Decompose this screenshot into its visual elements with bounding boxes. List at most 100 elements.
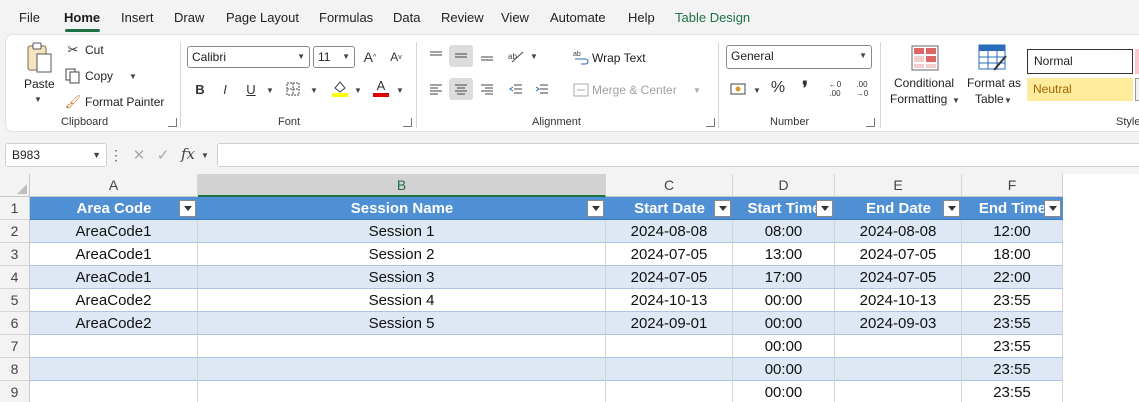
- cell-style-normal[interactable]: Normal: [1027, 49, 1133, 74]
- table-cell[interactable]: AreaCode1: [30, 243, 198, 266]
- cut-icon[interactable]: ✂: [64, 41, 82, 59]
- align-top-icon[interactable]: [427, 47, 445, 65]
- table-cell[interactable]: Session 2: [198, 243, 606, 266]
- cancel-entry-icon[interactable]: ✕: [130, 146, 148, 164]
- tab-review[interactable]: Review: [441, 10, 484, 25]
- merge-center-icon[interactable]: [572, 81, 590, 99]
- row-header[interactable]: 4: [0, 266, 30, 289]
- table-cell[interactable]: 23:55: [962, 381, 1063, 402]
- conditional-formatting-chevron-icon[interactable]: ▼: [952, 96, 960, 105]
- row-header[interactable]: 5: [0, 289, 30, 312]
- underline-icon[interactable]: U: [242, 80, 260, 98]
- table-cell[interactable]: [30, 358, 198, 381]
- filter-dropdown-icon[interactable]: [587, 200, 604, 217]
- formula-input[interactable]: [217, 143, 1139, 167]
- format-as-table-icon[interactable]: [978, 43, 1008, 73]
- column-header-c[interactable]: C: [606, 174, 733, 197]
- table-cell[interactable]: [198, 335, 606, 358]
- table-cell[interactable]: AreaCode1: [30, 266, 198, 289]
- bold-icon[interactable]: B: [191, 80, 209, 98]
- table-cell[interactable]: [606, 335, 733, 358]
- tab-view[interactable]: View: [501, 10, 529, 25]
- tab-formulas[interactable]: Formulas: [319, 10, 373, 25]
- orientation-icon[interactable]: ab: [507, 47, 525, 65]
- table-cell[interactable]: 2024-07-05: [835, 243, 962, 266]
- table-cell[interactable]: 00:00: [733, 335, 835, 358]
- tab-draw[interactable]: Draw: [174, 10, 204, 25]
- increase-font-icon[interactable]: A ^: [361, 48, 379, 66]
- paste-chevron-icon[interactable]: ▼: [34, 95, 42, 104]
- copy-chevron-icon[interactable]: ▼: [129, 72, 137, 81]
- confirm-entry-icon[interactable]: ✓: [154, 146, 172, 164]
- tab-page-layout[interactable]: Page Layout: [226, 10, 299, 25]
- table-cell[interactable]: 00:00: [733, 358, 835, 381]
- table-cell[interactable]: 22:00: [962, 266, 1063, 289]
- merge-center-button[interactable]: Merge & Center: [592, 83, 677, 97]
- table-cell[interactable]: 00:00: [733, 289, 835, 312]
- decrease-font-icon[interactable]: Av: [387, 48, 405, 66]
- wrap-text-icon[interactable]: ab: [572, 48, 590, 66]
- tab-insert[interactable]: Insert: [121, 10, 154, 25]
- format-painter-button[interactable]: Format Painter: [85, 95, 164, 109]
- accounting-format-icon[interactable]: [729, 80, 749, 98]
- alignment-launcher-icon[interactable]: [706, 118, 715, 127]
- format-painter-icon[interactable]: 🖌: [64, 93, 82, 111]
- table-cell[interactable]: 2024-07-05: [606, 266, 733, 289]
- clipboard-launcher-icon[interactable]: [168, 118, 177, 127]
- format-as-table-chevron-icon[interactable]: ▼: [1004, 96, 1012, 105]
- font-color-chevron-icon[interactable]: ▼: [396, 86, 404, 95]
- table-cell[interactable]: Session 4: [198, 289, 606, 312]
- table-cell[interactable]: 23:55: [962, 289, 1063, 312]
- filter-dropdown-icon[interactable]: [943, 200, 960, 217]
- table-cell[interactable]: [30, 335, 198, 358]
- table-cell[interactable]: AreaCode2: [30, 312, 198, 335]
- table-cell[interactable]: 2024-10-13: [606, 289, 733, 312]
- table-cell[interactable]: [606, 381, 733, 402]
- copy-icon[interactable]: [64, 67, 82, 85]
- cell-style-calculation-partial[interactable]: [1135, 78, 1139, 101]
- table-cell[interactable]: 17:00: [733, 266, 835, 289]
- cell-style-neutral[interactable]: Neutral: [1027, 78, 1133, 101]
- wrap-text-button[interactable]: Wrap Text: [592, 51, 646, 65]
- table-cell[interactable]: [198, 381, 606, 402]
- paste-button-label[interactable]: Paste: [24, 77, 55, 91]
- fill-color-chevron-icon[interactable]: ▼: [354, 86, 362, 95]
- font-color-icon[interactable]: A: [371, 77, 391, 99]
- insert-function-chevron-icon[interactable]: ▼: [201, 151, 209, 160]
- column-header-e[interactable]: E: [835, 174, 962, 197]
- format-as-table-label-1[interactable]: Format as: [967, 76, 1021, 90]
- insert-function-icon[interactable]: fx: [178, 145, 198, 163]
- table-cell[interactable]: 2024-07-05: [835, 266, 962, 289]
- table-header-cell[interactable]: Session Name: [198, 197, 606, 220]
- tab-data[interactable]: Data: [393, 10, 420, 25]
- table-cell[interactable]: 00:00: [733, 381, 835, 402]
- borders-chevron-icon[interactable]: ▼: [310, 86, 318, 95]
- name-box[interactable]: B983 ▼: [5, 143, 107, 167]
- table-cell[interactable]: AreaCode2: [30, 289, 198, 312]
- table-cell[interactable]: 2024-08-08: [835, 220, 962, 243]
- filter-dropdown-icon[interactable]: [714, 200, 731, 217]
- fill-color-icon[interactable]: [330, 78, 350, 98]
- row-header[interactable]: 3: [0, 243, 30, 266]
- conditional-formatting-label-2[interactable]: Formatting: [890, 92, 947, 106]
- row-header[interactable]: 9: [0, 381, 30, 402]
- font-launcher-icon[interactable]: [403, 118, 412, 127]
- more-options-icon[interactable]: ⋮: [109, 146, 123, 164]
- table-cell[interactable]: 08:00: [733, 220, 835, 243]
- table-cell[interactable]: Session 3: [198, 266, 606, 289]
- table-cell[interactable]: [30, 381, 198, 402]
- tab-automate[interactable]: Automate: [550, 10, 606, 25]
- table-cell[interactable]: 23:55: [962, 335, 1063, 358]
- borders-icon[interactable]: [284, 80, 302, 98]
- table-cell[interactable]: 2024-09-03: [835, 312, 962, 335]
- column-header-d[interactable]: D: [733, 174, 835, 197]
- cut-button[interactable]: Cut: [85, 43, 104, 57]
- table-cell[interactable]: 2024-10-13: [835, 289, 962, 312]
- table-cell[interactable]: 00:00: [733, 312, 835, 335]
- column-header-b[interactable]: B: [198, 174, 606, 197]
- table-cell[interactable]: [198, 358, 606, 381]
- table-cell[interactable]: 23:55: [962, 358, 1063, 381]
- merge-chevron-icon[interactable]: ▼: [693, 86, 701, 95]
- filter-dropdown-icon[interactable]: [816, 200, 833, 217]
- conditional-formatting-icon[interactable]: [910, 43, 940, 73]
